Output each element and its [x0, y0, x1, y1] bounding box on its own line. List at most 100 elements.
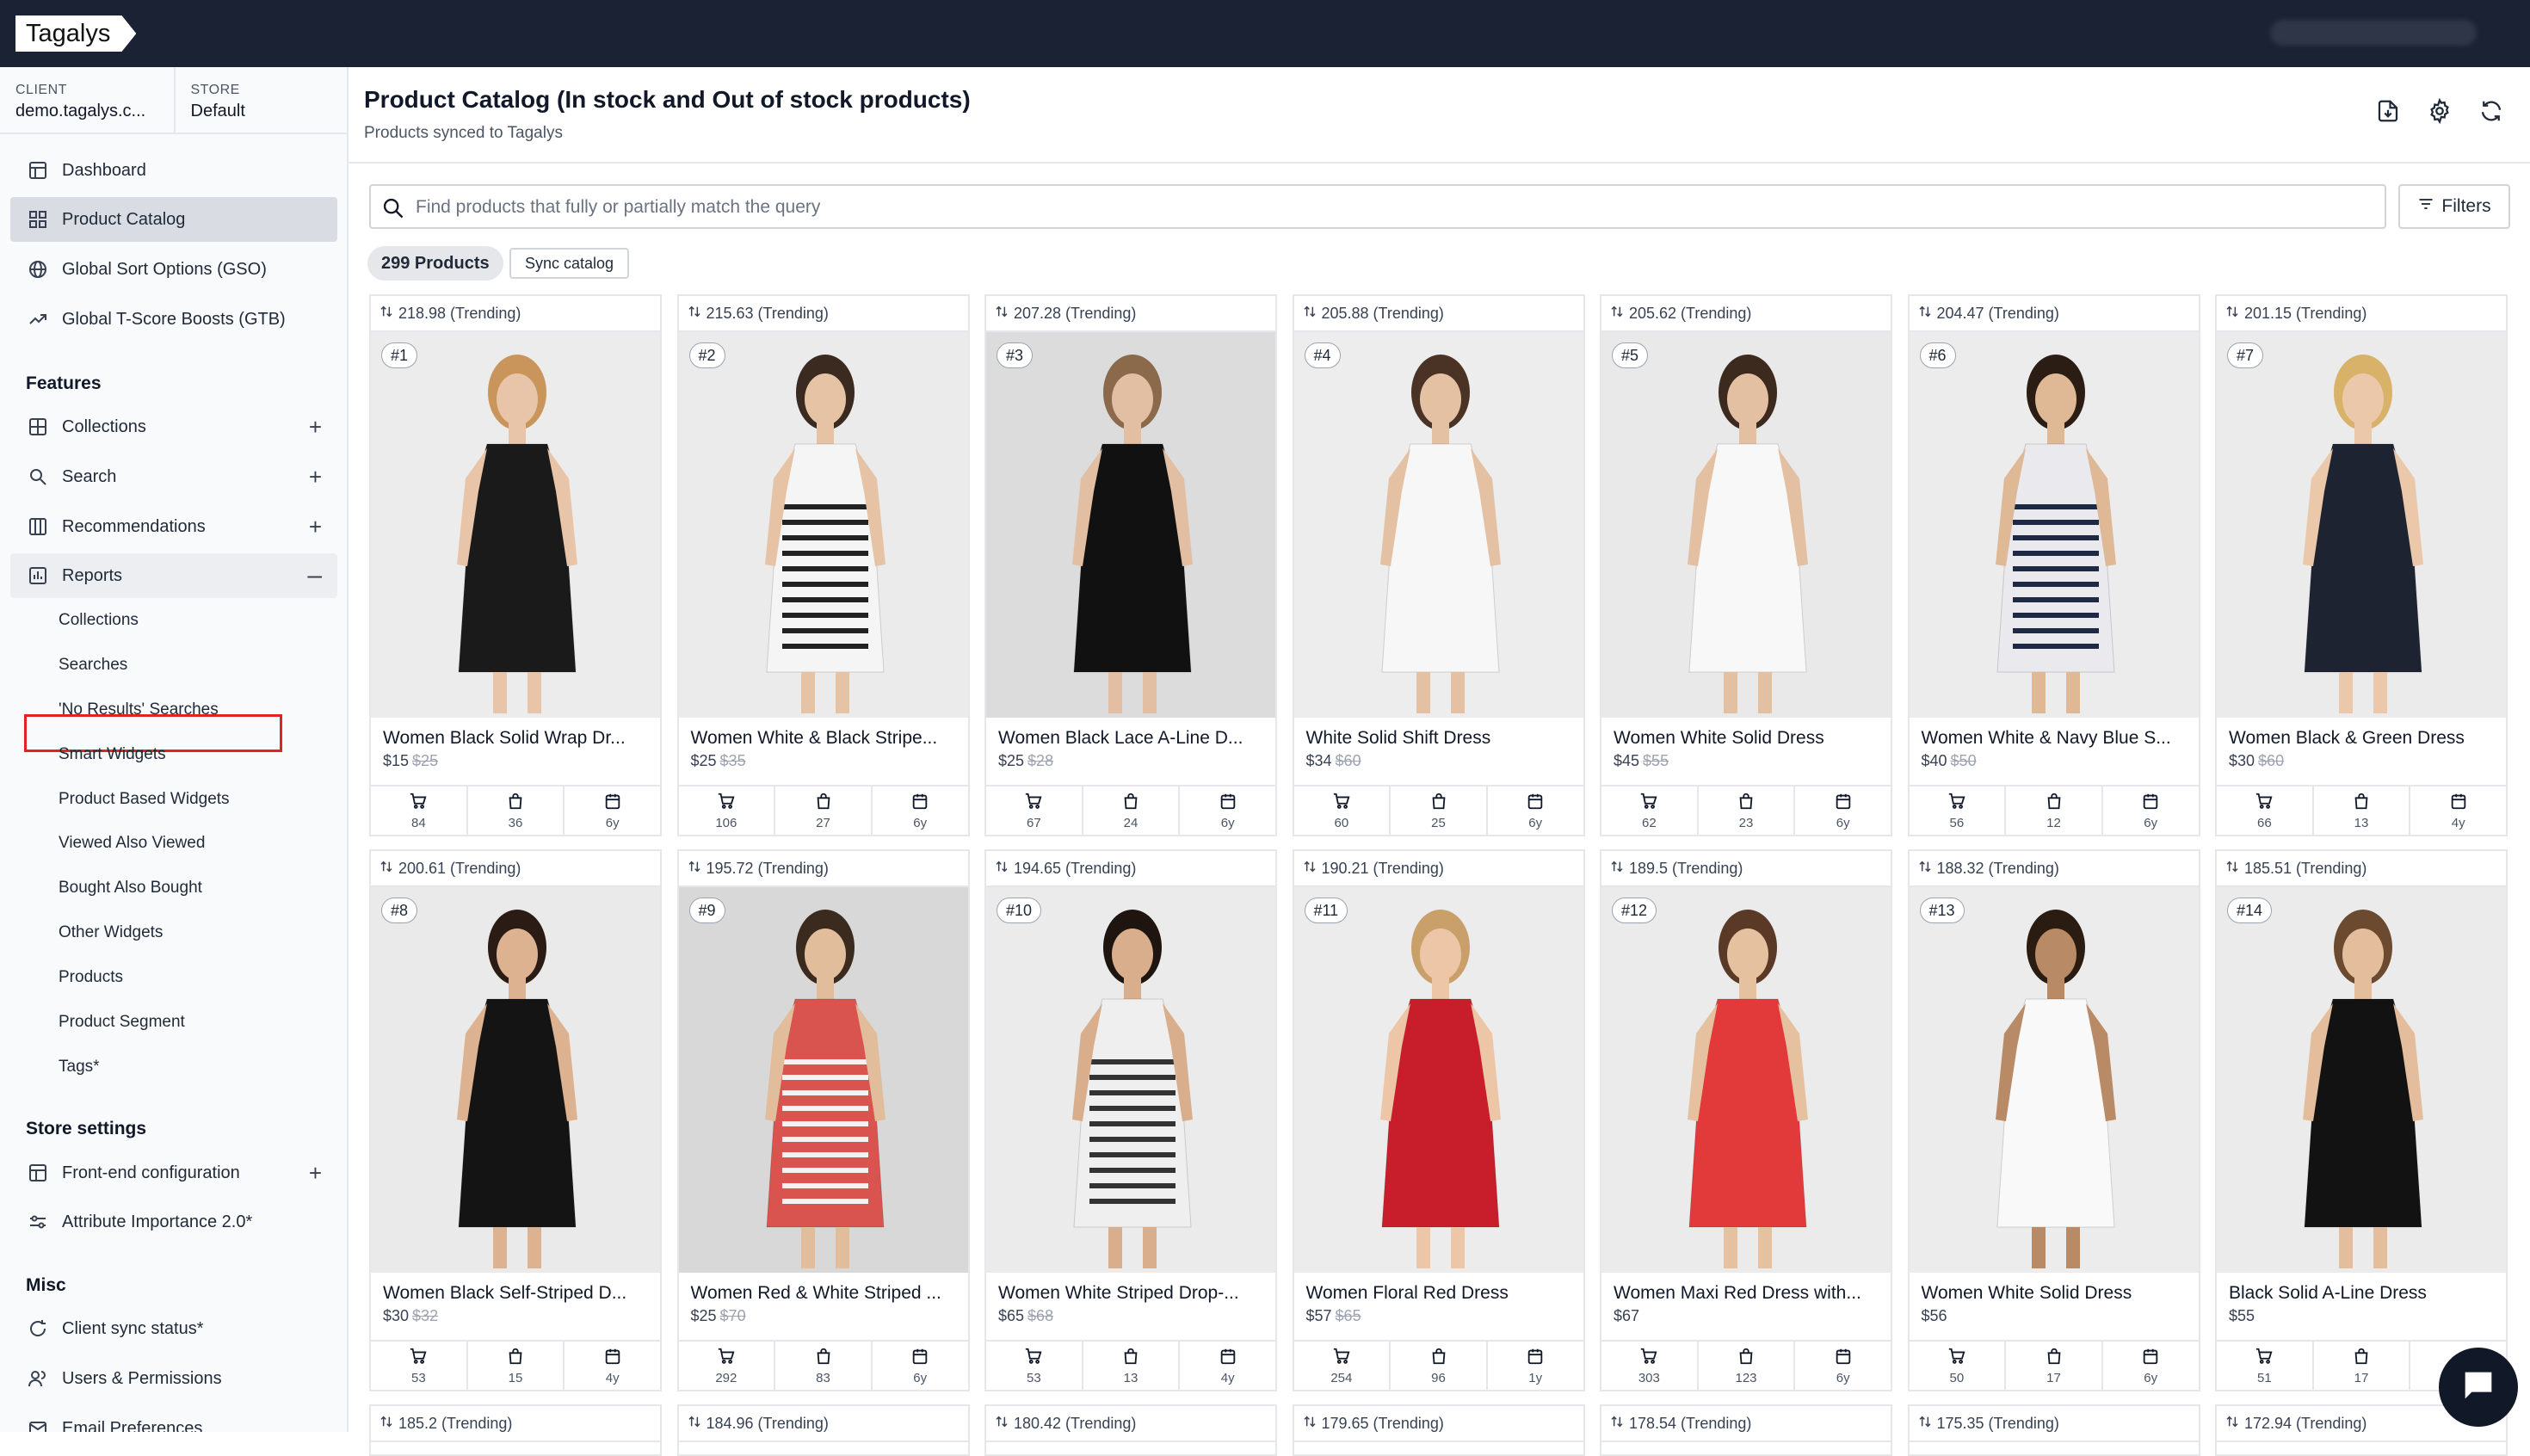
expand-plus-icon[interactable]: +	[309, 514, 322, 540]
sidebar-item-collections[interactable]: Collections +	[10, 404, 337, 449]
sidebar-item-product-catalog[interactable]: Product Catalog	[10, 197, 337, 242]
product-card[interactable]: 175.35 (Trending)	[1907, 1404, 2200, 1456]
product-name[interactable]: Women Red & White Striped ...	[679, 1273, 968, 1304]
expand-plus-icon[interactable]: +	[309, 464, 322, 490]
sidebar-item-recommendations[interactable]: Recommendations +	[10, 504, 337, 549]
filters-button[interactable]: Filters	[2398, 184, 2510, 229]
product-card[interactable]: 185.51 (Trending) #14 Black Solid A-Line D…	[2215, 849, 2508, 1391]
price-current: $25	[998, 752, 1025, 769]
stat-value: 83	[816, 1370, 830, 1385]
chat-button[interactable]	[2439, 1348, 2518, 1427]
reports-sub-tags[interactable]: Tags*	[59, 1058, 100, 1077]
sidebar-item-search[interactable]: Search +	[10, 454, 337, 499]
bag-icon	[2352, 1347, 2371, 1369]
product-image[interactable]: #13	[1909, 887, 2199, 1273]
stat-value: 1y	[1528, 1370, 1543, 1385]
product-card[interactable]: 215.63 (Trending) #2 Women White & Black S…	[676, 294, 970, 836]
product-image[interactable]: #4	[1293, 332, 1583, 718]
product-card[interactable]: 185.2 (Trending)	[369, 1404, 662, 1456]
sidebar-item-attribute-importance[interactable]: Attribute Importance 2.0*	[10, 1200, 337, 1244]
product-name[interactable]: Women Floral Red Dress	[1294, 1273, 1583, 1304]
product-card[interactable]: 195.72 (Trending) #9 Women Red & White Str…	[676, 849, 970, 1391]
product-card[interactable]: 180.42 (Trending)	[984, 1404, 1277, 1456]
reports-sub-bought-also-bought[interactable]: Bought Also Bought	[59, 879, 202, 898]
product-name[interactable]: Women White & Navy Blue S...	[1910, 718, 2199, 749]
product-card[interactable]: 205.62 (Trending) #5 Women White Solid Dre…	[1600, 294, 1892, 836]
page-title: Product Catalog (In stock and Out of sto…	[364, 86, 971, 113]
product-card[interactable]: 189.5 (Trending) #12 Women Maxi Red Dress …	[1600, 849, 1892, 1391]
download-icon[interactable]	[2375, 98, 2401, 124]
sync-icon[interactable]	[2478, 98, 2504, 124]
score-text: 218.98 (Trending)	[398, 304, 521, 322]
product-name[interactable]: Women Black Self-Striped D...	[371, 1273, 660, 1304]
product-name[interactable]: Women White Striped Drop-...	[986, 1273, 1275, 1304]
tagalys-logo[interactable]: Tagalys	[15, 15, 137, 52]
product-name[interactable]: Women Maxi Red Dress with...	[1601, 1273, 1891, 1304]
product-image[interactable]: #1	[371, 332, 660, 718]
sidebar-item-users-permissions[interactable]: Users & Permissions	[10, 1356, 337, 1401]
reports-sub-product-based-widgets[interactable]: Product Based Widgets	[59, 790, 230, 809]
product-card[interactable]: 190.21 (Trending) #11 Women Floral Red Dre…	[1292, 849, 1585, 1391]
sidebar-item-email-preferences[interactable]: Email Preferences	[10, 1406, 337, 1432]
sidebar-item-gso[interactable]: Global Sort Options (GSO)	[10, 247, 337, 292]
expand-plus-icon[interactable]: +	[309, 1160, 322, 1187]
stat-value: 67	[1026, 815, 1041, 830]
product-name[interactable]: Women White Solid Dress	[1910, 1273, 2199, 1304]
product-card[interactable]: 200.61 (Trending) #8 Women Black Self-Stri…	[369, 849, 662, 1391]
product-card[interactable]: 188.32 (Trending) #13 Women White Solid Dr…	[1907, 849, 2200, 1391]
product-image[interactable]: #2	[678, 332, 968, 718]
sync-catalog-button[interactable]: Sync catalog	[509, 248, 630, 279]
sidebar-item-dashboard[interactable]: Dashboard	[10, 148, 337, 193]
store-selector[interactable]: STORE Default	[173, 67, 348, 133]
product-image[interactable]: #12	[1601, 887, 1891, 1273]
sidebar-item-frontend-config[interactable]: Front-end configuration +	[10, 1151, 337, 1195]
product-card[interactable]: 184.96 (Trending)	[676, 1404, 970, 1456]
product-image[interactable]: #9	[678, 887, 968, 1273]
product-image[interactable]: #11	[1293, 887, 1583, 1273]
gear-icon[interactable]	[2427, 97, 2453, 125]
product-card[interactable]: 204.47 (Trending) #6 Women White & Navy Bl…	[1907, 294, 2200, 836]
reports-sub-other-widgets[interactable]: Other Widgets	[59, 923, 163, 942]
sidebar-item-client-sync[interactable]: Client sync status*	[10, 1306, 337, 1351]
reports-sub-collections[interactable]: Collections	[59, 611, 139, 630]
product-image[interactable]: #8	[371, 887, 660, 1273]
product-image[interactable]: #5	[1601, 332, 1891, 718]
product-card[interactable]: 194.65 (Trending) #10 Women White Striped …	[984, 849, 1277, 1391]
reports-sub-products[interactable]: Products	[59, 968, 123, 987]
calendar-icon	[1219, 792, 1237, 814]
product-card[interactable]: 218.98 (Trending) #1 Women Black Solid Wra…	[369, 294, 662, 836]
product-card[interactable]: 178.54 (Trending)	[1600, 1404, 1892, 1456]
product-name[interactable]: Women White Solid Dress	[1601, 718, 1891, 749]
product-image[interactable]: #6	[1909, 332, 2199, 718]
sidebar-item-reports[interactable]: Reports –	[10, 553, 337, 598]
sidebar-item-gtb[interactable]: Global T-Score Boosts (GTB)	[10, 297, 337, 342]
product-name[interactable]: Women White & Black Stripe...	[679, 718, 968, 749]
product-card[interactable]: 201.15 (Trending) #7 Women Black & Green D…	[2215, 294, 2508, 836]
reports-sub-smart-widgets[interactable]: Smart Widgets	[59, 745, 166, 764]
client-selector[interactable]: CLIENT demo.tagalys.c...	[0, 67, 174, 133]
reports-sub-viewed-also-viewed[interactable]: Viewed Also Viewed	[59, 834, 205, 853]
product-card[interactable]: 179.65 (Trending)	[1292, 1404, 1585, 1456]
product-image[interactable]: #3	[986, 332, 1275, 718]
product-card[interactable]: 205.88 (Trending) #4 White Solid Shift Dre…	[1292, 294, 1585, 836]
reports-sub-no-results-searches[interactable]: 'No Results' Searches	[59, 700, 219, 719]
price-current: $65	[998, 1307, 1025, 1324]
product-image[interactable]: #7	[2217, 332, 2506, 718]
expand-plus-icon[interactable]: +	[309, 414, 322, 441]
product-name[interactable]: Women Black Lace A-Line D...	[986, 718, 1275, 749]
rank-badge: #1	[381, 342, 418, 368]
reports-sub-product-segment[interactable]: Product Segment	[59, 1013, 185, 1032]
product-name[interactable]: White Solid Shift Dress	[1294, 718, 1583, 749]
collapse-minus-icon[interactable]: –	[307, 561, 322, 590]
product-name[interactable]: Black Solid A-Line Dress	[2217, 1273, 2506, 1304]
product-name[interactable]: Women Black & Green Dress	[2217, 718, 2506, 749]
user-account-menu[interactable]	[2270, 20, 2477, 46]
product-stats: 53 13 4y	[986, 1340, 1275, 1390]
reports-sub-searches[interactable]: Searches	[59, 656, 127, 675]
product-image[interactable]: #10	[986, 887, 1275, 1273]
product-card[interactable]: 207.28 (Trending) #3 Women Black Lace A-Li…	[984, 294, 1277, 836]
product-image[interactable]: #14	[2217, 887, 2506, 1273]
product-name[interactable]: Women Black Solid Wrap Dr...	[371, 718, 660, 749]
rank-badge: #13	[1919, 898, 1965, 923]
search-input[interactable]	[416, 194, 2378, 220]
